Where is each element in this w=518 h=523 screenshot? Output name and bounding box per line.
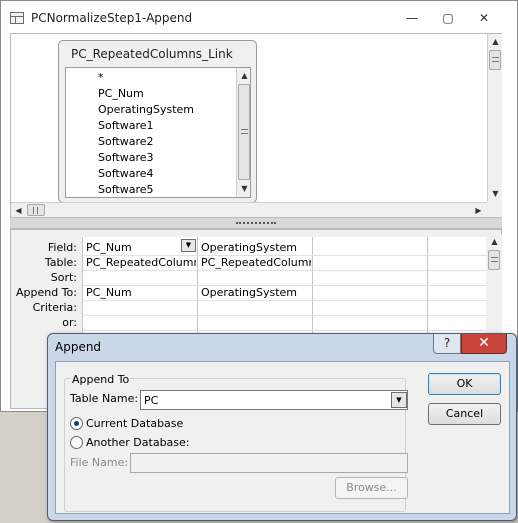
file-name-input[interactable] — [130, 453, 408, 473]
field-list-item[interactable]: PC_Num — [66, 86, 194, 102]
grip-icon — [492, 57, 499, 62]
table-pane-horizontal-scrollbar[interactable]: ◀ ▶ — [11, 202, 487, 217]
grid-cell-append-to[interactable]: OperatingSystem — [201, 285, 311, 300]
scroll-up-icon[interactable]: ▲ — [237, 68, 250, 83]
table-name-value[interactable]: PC — [144, 393, 158, 408]
dialog-body: Append To Table Name: PC ▼ Current Datab… — [55, 361, 510, 514]
grid-cell-table[interactable]: PC_RepeatedColumns — [201, 255, 311, 270]
field-list-item[interactable]: * — [66, 70, 194, 86]
row-label-criteria: Criteria: — [32, 301, 77, 314]
query-table-icon — [10, 12, 24, 24]
table-box-title[interactable]: PC_RepeatedColumns_Link — [71, 47, 233, 61]
minimize-button[interactable]: — — [399, 9, 425, 27]
append-to-group-label: Append To — [71, 373, 131, 386]
grip-icon — [33, 207, 38, 214]
grip-icon — [241, 129, 248, 134]
scroll-up-icon[interactable]: ▲ — [488, 34, 503, 49]
field-list-item[interactable]: Software4 — [66, 166, 194, 182]
table-name-label: Table Name: — [70, 392, 139, 405]
pane-splitter[interactable] — [10, 217, 502, 229]
field-items: * PC_Num OperatingSystem Software1 Software2… — [66, 70, 194, 197]
row-divider — [83, 270, 487, 271]
field-list[interactable]: * PC_Num OperatingSystem Software1 Software2… — [65, 67, 251, 198]
browse-button[interactable]: Browse... — [335, 477, 408, 499]
field-list-item[interactable]: Software1 — [66, 118, 194, 134]
grid-cell-field[interactable]: OperatingSystem — [201, 240, 311, 255]
dialog-close-button[interactable]: ✕ — [461, 334, 507, 354]
maximize-button[interactable]: ▢ — [435, 9, 461, 27]
grid-scroll-thumb[interactable] — [488, 250, 500, 270]
file-name-label: File Name: — [70, 456, 129, 469]
chevron-down-icon[interactable]: ▼ — [391, 392, 407, 408]
scrollbar-corner — [487, 202, 502, 217]
table-pane-vertical-scrollbar[interactable]: ▲ ▼ — [487, 34, 502, 202]
row-label-or: or: — [62, 316, 77, 329]
another-database-label[interactable]: Another Database: — [86, 436, 190, 449]
row-label-field: Field: — [47, 241, 77, 254]
ok-button[interactable]: OK — [428, 373, 501, 395]
splitter-grip-icon — [236, 222, 276, 225]
scroll-left-icon[interactable]: ◀ — [11, 203, 26, 218]
grid-cell-append-to[interactable]: PC_Num — [86, 285, 196, 300]
row-divider — [83, 315, 487, 316]
close-window-button[interactable]: ✕ — [471, 9, 497, 27]
horizontal-scroll-thumb[interactable] — [27, 204, 45, 216]
scroll-up-icon[interactable]: ▲ — [487, 234, 502, 249]
dialog-title: Append — [55, 340, 102, 354]
field-list-item[interactable]: Software3 — [66, 150, 194, 166]
table-pane-scroll-thumb[interactable] — [489, 50, 501, 70]
help-button[interactable]: ? — [433, 334, 461, 354]
field-list-item[interactable]: Software2 — [66, 134, 194, 150]
append-dialog: Append ? ✕ Append To Table Name: PC ▼ Cu… — [47, 333, 517, 521]
current-database-label[interactable]: Current Database — [86, 417, 183, 430]
field-list-scroll-thumb[interactable] — [238, 84, 250, 180]
field-list-item[interactable]: Software5 — [66, 182, 194, 197]
cancel-button[interactable]: Cancel — [428, 403, 501, 425]
grip-icon — [491, 257, 498, 262]
grid-cell-field[interactable]: PC_Num — [86, 240, 181, 255]
row-divider — [83, 300, 487, 301]
field-list-scrollbar[interactable]: ▲ ▼ — [236, 68, 250, 197]
window-titlebar[interactable]: PCNormalizeStep1-Append — ▢ ✕ — [1, 1, 517, 33]
row-label-table: Table: — [44, 256, 77, 269]
row-label-sort: Sort: — [50, 271, 77, 284]
table-pane[interactable]: PC_RepeatedColumns_Link * PC_Num Operating… — [10, 33, 502, 217]
row-label-append-to: Append To: — [16, 286, 77, 299]
scroll-right-icon[interactable]: ▶ — [471, 203, 486, 218]
table-name-combobox[interactable]: PC ▼ — [140, 390, 408, 410]
another-database-radio[interactable] — [70, 436, 83, 449]
field-dropdown-icon[interactable]: ▼ — [181, 239, 196, 252]
scroll-down-icon[interactable]: ▼ — [488, 186, 503, 201]
window-title: PCNormalizeStep1-Append — [31, 11, 193, 25]
field-list-item[interactable]: OperatingSystem — [66, 102, 194, 118]
grid-cell-table[interactable]: PC_RepeatedColumns — [86, 255, 196, 270]
scroll-down-icon[interactable]: ▼ — [237, 181, 250, 196]
row-divider — [83, 330, 487, 331]
current-database-radio[interactable] — [70, 417, 83, 430]
table-field-list-box[interactable]: PC_RepeatedColumns_Link * PC_Num Operating… — [58, 40, 257, 203]
